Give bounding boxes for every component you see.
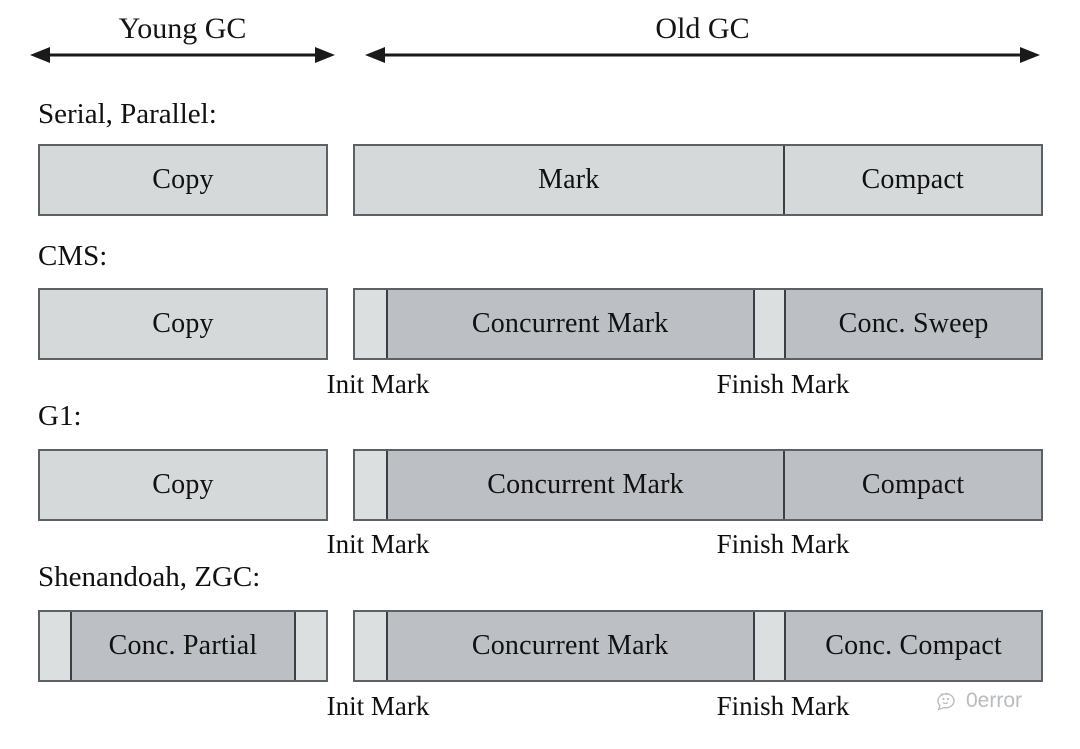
segment-label: Concurrent Mark [471,630,669,661]
gc-phase-diagram: Young GC Old GC Serial, Parallel: Copy M… [0,0,1080,749]
segment-init-mark[interactable] [40,612,71,680]
segment-label: Conc. Partial [108,630,258,661]
segment-finish-mark[interactable] [752,290,785,358]
young-gc-axis-label: Young GC [118,12,247,45]
segment-concurrent-mark[interactable]: Concurrent Mark [385,451,784,519]
callout-finish-mark-g1: Finish Mark [716,529,850,559]
row-shenandoah-zgc-old-bar[interactable]: Concurrent Mark Conc. Compact [353,610,1043,682]
row-cms-old-bar[interactable]: Concurrent Mark Conc. Sweep [353,288,1043,360]
segment-label: Concurrent Mark [487,469,684,500]
segment-conc-partial[interactable]: Conc. Partial [70,612,294,680]
segment-label: Conc. Compact [825,630,1003,661]
segment-label: Compact [861,469,965,500]
segment-copy[interactable]: Copy [40,146,326,214]
segment-finish-partial[interactable] [293,612,326,680]
segment-compact[interactable]: Compact [782,146,1041,214]
segment-label: Copy [152,308,214,339]
row-cms-young-bar[interactable]: Copy [38,288,328,360]
row-g1-young-bar[interactable]: Copy [38,449,328,521]
row-title-shenandoah-zgc: Shenandoah, ZGC: [38,561,261,593]
callout-init-mark-shenandoah: Init Mark [326,691,430,721]
segment-label: Copy [152,164,214,195]
segment-conc-sweep[interactable]: Conc. Sweep [784,290,1041,358]
callout-init-mark-cms: Init Mark [326,369,430,399]
segment-init-mark[interactable] [355,451,386,519]
old-gc-axis-arrow [365,44,1040,66]
segment-compact[interactable]: Compact [783,451,1041,519]
segment-label: Conc. Sweep [838,308,989,339]
segment-copy[interactable]: Copy [40,290,326,358]
watermark-text: 0error [966,689,1023,712]
row-title-g1: G1: [38,400,82,432]
segment-label: Mark [538,164,600,195]
segment-conc-compact[interactable]: Conc. Compact [784,612,1041,680]
segment-init-mark[interactable] [355,290,386,358]
callout-finish-mark-shenandoah: Finish Mark [716,691,850,721]
young-gc-axis-arrow [30,44,335,66]
callout-finish-mark-cms: Finish Mark [716,369,850,399]
row-serial-parallel-old-bar[interactable]: Mark Compact [353,144,1043,216]
watermark: 0error [935,690,1022,712]
segment-mark[interactable]: Mark [355,146,783,214]
row-title-cms: CMS: [38,240,108,272]
segment-concurrent-mark[interactable]: Concurrent Mark [385,290,753,358]
segment-label: Compact [861,164,964,195]
segment-concurrent-mark[interactable]: Concurrent Mark [385,612,753,680]
segment-init-mark[interactable] [355,612,386,680]
old-gc-axis-label: Old GC [655,12,750,45]
row-g1-old-bar[interactable]: Concurrent Mark Compact [353,449,1043,521]
row-title-serial-parallel: Serial, Parallel: [38,98,217,130]
segment-label: Concurrent Mark [471,308,669,339]
segment-label: Copy [152,469,214,500]
segment-copy[interactable]: Copy [40,451,326,519]
row-serial-parallel-young-bar[interactable]: Copy [38,144,328,216]
callout-init-mark-g1: Init Mark [326,529,430,559]
segment-finish-mark[interactable] [752,612,785,680]
row-shenandoah-zgc-young-bar[interactable]: Conc. Partial [38,610,328,682]
smiley-speech-bubble-icon [935,690,961,712]
